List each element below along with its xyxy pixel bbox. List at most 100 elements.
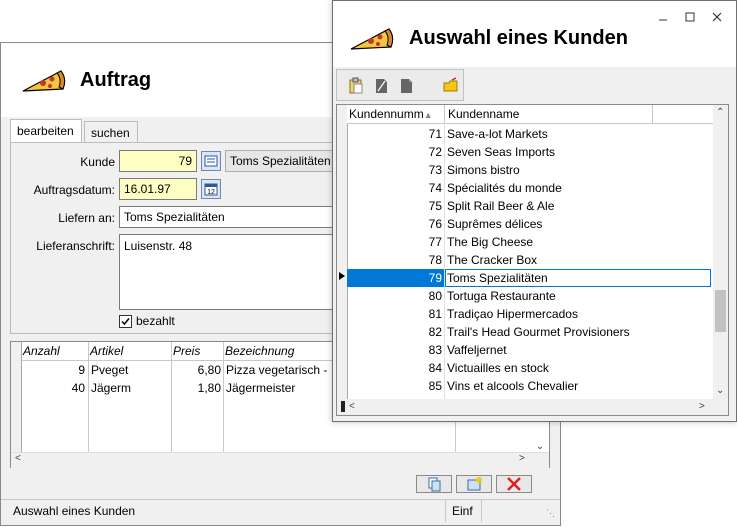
cell-kundennummer: 71	[428, 127, 442, 141]
scroll-down-arrow[interactable]: ⌄	[532, 438, 548, 452]
cell-kundennummer: 82	[428, 325, 442, 339]
list-item-selected[interactable]: 79 Toms Spezialitäten	[347, 269, 713, 287]
bezahlt-checkbox[interactable]	[119, 315, 132, 328]
copy-icon	[428, 477, 441, 492]
kunde-number-field[interactable]: 79	[119, 150, 197, 172]
list-item[interactable]: 80 Tortuga Restaurante	[347, 287, 713, 305]
scroll-left-arrow[interactable]: <	[15, 453, 21, 464]
svg-text:12: 12	[207, 189, 215, 196]
cell-kundenname: Tradiçao Hipermercados	[447, 307, 578, 321]
kunden-header: Auswahl eines Kunden	[333, 1, 736, 67]
scroll-right-arrow[interactable]: >	[699, 401, 705, 412]
list-item[interactable]: 82 Trail's Head Gourmet Provisioners	[347, 323, 713, 341]
tab-suchen[interactable]: suchen	[84, 121, 138, 143]
cell-kundenname: Split Rail Beer & Ale	[447, 199, 555, 213]
cell-kundenname: Vaffeljernet	[447, 343, 507, 357]
cell-artikel: Jägerm	[91, 381, 132, 395]
kunden-list: 71 Save-a-lot Markets 72 Seven Seas Import…	[347, 125, 713, 397]
cell-kundenname: Vins et alcools Chevalier	[447, 379, 579, 393]
pizza-icon	[350, 28, 394, 50]
list-item[interactable]: 83 Vaffeljernet	[347, 341, 713, 359]
scroll-up-arrow[interactable]: ⌃	[716, 107, 724, 118]
kunde-label: Kunde	[80, 155, 115, 169]
edit-button[interactable]	[372, 77, 390, 95]
close-button[interactable]	[710, 10, 724, 24]
col-kundenname[interactable]: Kundenname	[448, 107, 519, 121]
open-folder-button[interactable]	[442, 77, 460, 95]
maximize-button[interactable]	[683, 10, 697, 24]
status-bar: Auswahl eines Kunden Einf ⋱	[1, 499, 560, 522]
horizontal-scrollbar[interactable]: < >	[337, 399, 728, 415]
scrollbar-thumb[interactable]	[715, 290, 726, 332]
scrollbar-thumb[interactable]	[341, 401, 345, 412]
bezahlt-label: bezahlt	[136, 314, 175, 328]
window-title: Auswahl eines Kunden	[409, 27, 628, 49]
list-item[interactable]: 85 Vins et alcools Chevalier	[347, 377, 713, 395]
list-item[interactable]: 72 Seven Seas Imports	[347, 143, 713, 161]
calendar-icon[interactable]: 12	[201, 179, 221, 199]
auftragsdatum-field[interactable]: 16.01.97	[119, 178, 197, 200]
cell-preis: 6,80	[197, 363, 221, 377]
col-preis[interactable]: Preis	[173, 344, 200, 358]
row-indicator-column	[11, 342, 22, 452]
cell-bezeichnung: Jägermeister	[226, 381, 296, 395]
list-item[interactable]: 74 Spécialités du monde	[347, 179, 713, 197]
cell-kundennummer: 84	[428, 361, 442, 375]
cell-kundenname: Save-a-lot Markets	[447, 127, 548, 141]
minimize-button[interactable]	[656, 10, 670, 24]
cell-kundennummer: 80	[428, 289, 442, 303]
kunden-grid[interactable]: Kundennumm▲ Kundenname 71 Save-a-lot Mark…	[336, 104, 729, 416]
cell-kundennummer: 76	[428, 217, 442, 231]
customer-list-icon[interactable]	[201, 151, 221, 171]
scroll-right-arrow[interactable]: >	[519, 453, 525, 464]
cell-kundenname: Toms Spezialitäten	[447, 271, 548, 285]
new-document-button[interactable]	[397, 77, 415, 95]
clipboard-icon	[349, 77, 363, 94]
list-item[interactable]: 78 The Cracker Box	[347, 251, 713, 269]
resize-grip-icon[interactable]: ⋱	[546, 508, 555, 519]
list-item[interactable]: 81 Tradiçao Hipermercados	[347, 305, 713, 323]
delete-button[interactable]	[496, 475, 532, 493]
cell-kundenname: Seven Seas Imports	[447, 145, 556, 159]
copy-button[interactable]	[416, 475, 452, 493]
list-item[interactable]: 76 Suprêmes délices	[347, 215, 713, 233]
cell-bezeichnung: Pizza vegetarisch -	[226, 363, 328, 377]
list-item[interactable]: 84 Victuailles en stock	[347, 359, 713, 377]
cell-kundenname: Trail's Head Gourmet Provisioners	[447, 325, 630, 339]
new-record-icon	[467, 477, 482, 491]
pizza-icon	[22, 70, 66, 92]
status-text: Auswahl eines Kunden	[13, 504, 136, 518]
col-kundennummer[interactable]: Kundennumm▲	[349, 107, 433, 121]
new-button[interactable]	[456, 475, 492, 493]
cell-kundenname: The Big Cheese	[447, 235, 534, 249]
horizontal-scrollbar[interactable]: < >	[11, 452, 549, 468]
scroll-left-arrow[interactable]: <	[349, 401, 355, 412]
list-item[interactable]: 75 Split Rail Beer & Ale	[347, 197, 713, 215]
col-artikel[interactable]: Artikel	[90, 344, 123, 358]
edit-document-icon	[376, 79, 387, 93]
insert-mode-indicator: Einf	[452, 504, 473, 518]
sort-ascending-icon: ▲	[423, 110, 433, 120]
cell-kundennummer: 72	[428, 145, 442, 159]
list-item[interactable]: 71 Save-a-lot Markets	[347, 125, 713, 143]
cell-kundennummer: 75	[428, 199, 442, 213]
cell-kundenname: The Cracker Box	[447, 253, 538, 267]
page-title: Auftrag	[80, 69, 152, 91]
col-anzahl[interactable]: Anzahl	[23, 344, 60, 358]
scroll-down-arrow[interactable]: ⌄	[716, 385, 724, 396]
tab-bearbeiten[interactable]: bearbeiten	[10, 119, 82, 143]
col-kundennummer-label: Kundennumm	[349, 107, 424, 121]
maximize-icon	[685, 12, 695, 22]
list-item[interactable]: 73 Simons bistro	[347, 161, 713, 179]
cell-kundennummer: 81	[428, 307, 442, 321]
close-icon	[712, 12, 722, 22]
col-bezeichnung[interactable]: Bezeichnung	[225, 344, 294, 358]
list-item[interactable]: 77 The Big Cheese	[347, 233, 713, 251]
cell-kundennummer: 77	[428, 235, 442, 249]
cell-kundenname: Simons bistro	[447, 163, 520, 177]
paste-button[interactable]	[347, 77, 365, 95]
cell-kundennummer: 78	[428, 253, 442, 267]
cell-anzahl: 40	[71, 381, 85, 395]
anschrift-label: Lieferanschrift:	[36, 239, 115, 253]
vertical-scrollbar[interactable]: ⌃ ⌄	[713, 105, 728, 399]
